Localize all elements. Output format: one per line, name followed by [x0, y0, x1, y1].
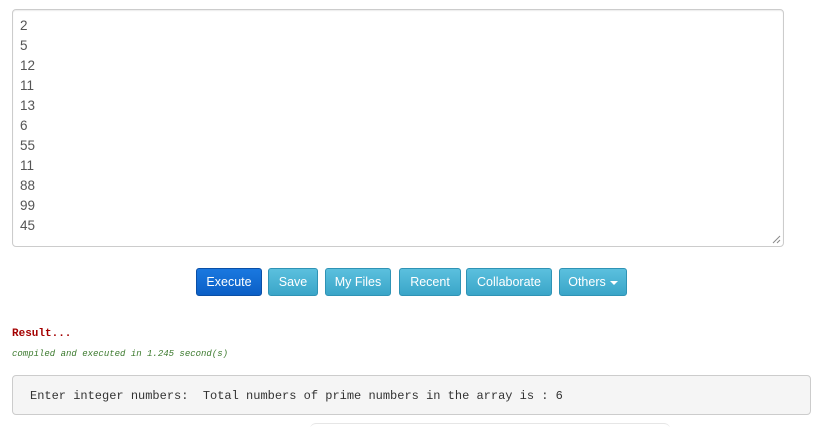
footer-edge [310, 423, 670, 427]
collaborate-button[interactable]: Collaborate [466, 268, 552, 296]
stdin-line: 45 [20, 218, 36, 233]
others-label: Others [568, 275, 606, 289]
recent-button[interactable]: Recent [399, 268, 461, 296]
stdin-line: 12 [20, 58, 36, 73]
stdin-line: 88 [20, 178, 36, 193]
my-files-button[interactable]: My Files [325, 268, 391, 296]
stdin-line: 5 [20, 38, 28, 53]
stdin-textarea[interactable]: 2 5 12 11 13 6 55 11 88 99 45 [12, 9, 784, 247]
execution-time-note: compiled and executed in 1.245 second(s) [12, 349, 229, 359]
result-heading: Result... [12, 328, 72, 340]
stdin-line: 13 [20, 98, 36, 113]
stdin-line: 55 [20, 138, 36, 153]
code-runner-page: 2 5 12 11 13 6 55 11 88 99 45 Execute Sa… [0, 0, 822, 427]
program-output: Enter integer numbers: Total numbers of … [12, 375, 811, 415]
stdin-line: 6 [20, 118, 28, 133]
caret-down-icon [609, 280, 618, 285]
execute-button[interactable]: Execute [196, 268, 262, 296]
resize-grip-icon[interactable] [772, 235, 781, 244]
action-toolbar: Execute Save My Files Recent Collaborate… [0, 268, 822, 296]
stdin-line: 11 [20, 158, 35, 173]
stdin-line: 11 [20, 78, 35, 93]
others-dropdown-button[interactable]: Others [559, 268, 627, 296]
stdin-line: 99 [20, 198, 36, 213]
stdin-line: 2 [20, 18, 28, 33]
save-button[interactable]: Save [268, 268, 318, 296]
